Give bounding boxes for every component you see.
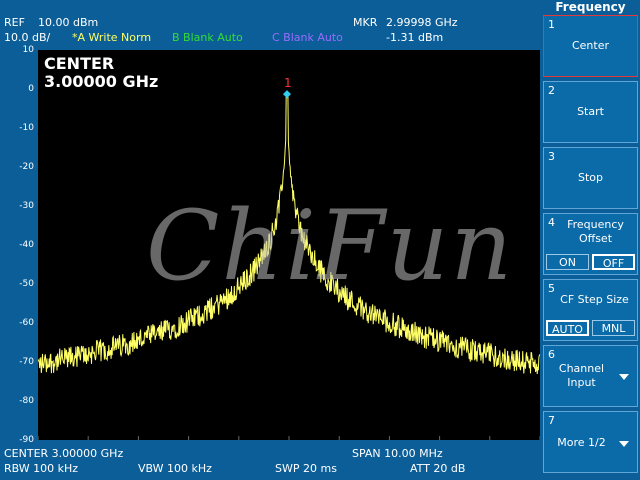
trace-a-line bbox=[38, 93, 540, 375]
softkey-start[interactable]: 2 Start bbox=[543, 81, 638, 143]
offset-toggle: ON OFF bbox=[546, 254, 635, 270]
softkey-number: 3 bbox=[548, 150, 555, 163]
y-tick-label: 10 bbox=[22, 45, 34, 55]
y-tick-label: -30 bbox=[19, 201, 34, 211]
y-tick-label: -40 bbox=[19, 240, 34, 250]
softkey-cf-step-size[interactable]: 5 CF Step Size AUTO MNL bbox=[543, 279, 638, 341]
footer-span: SPAN 10.00 MHz bbox=[352, 447, 443, 460]
y-tick-label: -20 bbox=[19, 162, 34, 172]
footer-att: ATT 20 dB bbox=[410, 462, 466, 475]
marker-level: -1.31 dBm bbox=[386, 31, 444, 44]
submenu-arrow-icon bbox=[619, 441, 629, 447]
softkey-channel-input[interactable]: 6 Channel Input bbox=[543, 345, 638, 407]
trace-c-status: C Blank Auto bbox=[272, 31, 343, 44]
marker-frequency: 2.99998 GHz bbox=[386, 16, 458, 29]
y-tick-label: -10 bbox=[19, 123, 34, 133]
footer-vbw: VBW 100 kHz bbox=[138, 462, 212, 475]
cf-step-toggle: AUTO MNL bbox=[546, 320, 635, 336]
softkey-label: More 1/2 bbox=[557, 436, 606, 449]
cf-step-mnl-option[interactable]: MNL bbox=[592, 320, 635, 336]
marker-diamond-icon[interactable] bbox=[283, 90, 291, 99]
trace-b-status: B Blank Auto bbox=[172, 31, 243, 44]
softkey-label: Channel Input bbox=[558, 362, 605, 389]
y-tick-label: -50 bbox=[19, 279, 34, 289]
footer-center: CENTER 3.00000 GHz bbox=[4, 447, 124, 460]
y-tick-label: -70 bbox=[19, 357, 34, 367]
marker-number: 1 bbox=[284, 76, 292, 90]
y-tick-label: -60 bbox=[19, 318, 34, 328]
softkey-stop[interactable]: 3 Stop bbox=[543, 147, 638, 209]
trace-a-status: *A Write Norm bbox=[72, 31, 152, 44]
spectrum-graph: 1 bbox=[38, 76, 540, 440]
center-title: CENTER bbox=[44, 54, 115, 73]
offset-on-option[interactable]: ON bbox=[546, 254, 589, 270]
offset-off-option[interactable]: OFF bbox=[592, 254, 635, 270]
softkey-number: 6 bbox=[548, 348, 555, 361]
softkey-center[interactable]: 1 Center bbox=[543, 15, 638, 77]
spectrum-display[interactable]: 1 CENTER 3.00000 GHz ChiFun bbox=[38, 50, 540, 440]
softkey-label: CF Step Size bbox=[560, 293, 629, 306]
y-tick-label: -80 bbox=[19, 396, 34, 406]
softkey-number: 1 bbox=[548, 18, 555, 31]
softkey-menu-title: Frequency bbox=[555, 0, 626, 14]
scale-value: 10.0 dB/ bbox=[4, 31, 51, 44]
footer-swp: SWP 20 ms bbox=[275, 462, 337, 475]
softkey-label: Stop bbox=[577, 171, 603, 184]
center-value: 3.00000 GHz bbox=[44, 72, 159, 91]
softkey-number: 2 bbox=[548, 84, 555, 97]
marker-label: MKR bbox=[353, 16, 378, 29]
y-tick-label: 0 bbox=[28, 84, 34, 94]
submenu-arrow-icon bbox=[619, 374, 629, 380]
ref-label: REF bbox=[4, 16, 25, 29]
cf-step-auto-option[interactable]: AUTO bbox=[546, 320, 589, 336]
ref-value: 10.00 dBm bbox=[38, 16, 99, 29]
footer-rbw: RBW 100 kHz bbox=[4, 462, 79, 475]
y-tick-label: -90 bbox=[19, 435, 34, 445]
softkey-label: Frequency Offset bbox=[567, 218, 624, 245]
softkey-more[interactable]: 7 More 1/2 bbox=[543, 411, 638, 473]
softkey-number: 7 bbox=[548, 414, 555, 427]
softkey-frequency-offset[interactable]: 4 Frequency Offset ON OFF bbox=[543, 213, 638, 275]
softkey-label: Center bbox=[571, 39, 610, 52]
softkey-label: Start bbox=[577, 105, 604, 118]
